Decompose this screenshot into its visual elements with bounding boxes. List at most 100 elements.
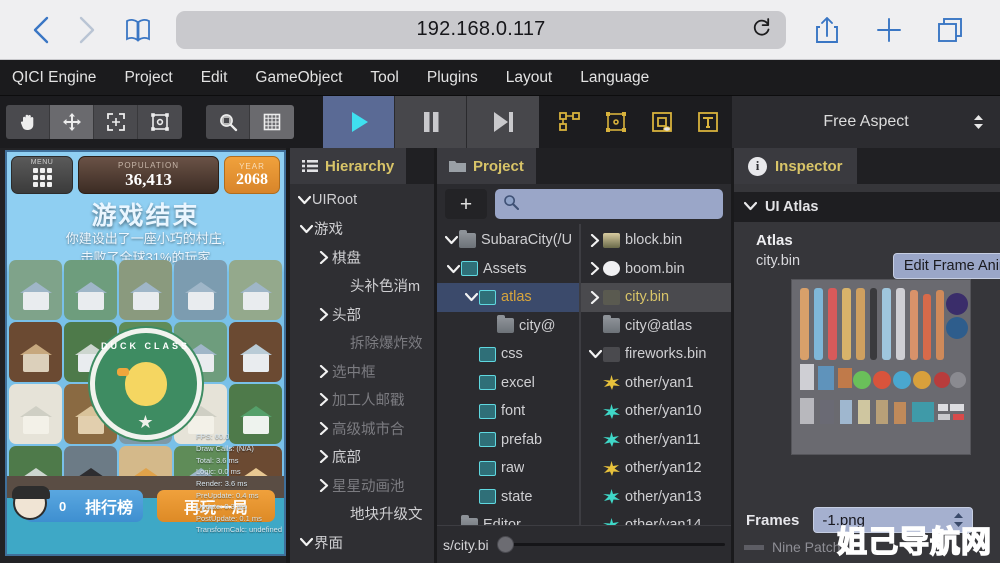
project-folder-row[interactable]: city@ bbox=[437, 312, 579, 341]
project-file-row[interactable]: fireworks.bin bbox=[581, 340, 731, 369]
hierarchy-row[interactable]: 游戏 bbox=[290, 215, 434, 244]
menu-item-layout[interactable]: Layout bbox=[492, 60, 567, 96]
step-button[interactable] bbox=[467, 96, 539, 148]
twisty-right-icon[interactable] bbox=[587, 262, 603, 276]
scale-tool[interactable] bbox=[94, 105, 138, 139]
twisty-right-icon[interactable] bbox=[587, 290, 603, 304]
twisty-down-icon[interactable] bbox=[443, 235, 459, 245]
share-icon[interactable] bbox=[796, 7, 858, 53]
twisty-down-icon[interactable] bbox=[298, 224, 314, 234]
project-folder-row[interactable]: excel bbox=[437, 369, 579, 398]
project-file-row[interactable]: other/yan11 bbox=[581, 426, 731, 455]
project-file-row[interactable]: other/yan12 bbox=[581, 454, 731, 483]
project-folder-row[interactable]: font bbox=[437, 397, 579, 426]
forward-chevron-icon[interactable] bbox=[64, 7, 110, 53]
hud-menu-button[interactable]: MENU bbox=[11, 156, 73, 194]
twisty-right-icon[interactable] bbox=[316, 450, 332, 464]
move-tool[interactable] bbox=[50, 105, 94, 139]
hierarchy-row[interactable]: 地块升级文 bbox=[290, 500, 434, 529]
project-search[interactable] bbox=[495, 189, 723, 219]
game-canvas[interactable]: MENU POPULATION 36,413 YEAR 2068 游戏结束 你建… bbox=[5, 150, 286, 556]
tab-inspector[interactable]: i Inspector bbox=[734, 148, 857, 184]
hierarchy-row[interactable]: 底部 bbox=[290, 443, 434, 472]
tile[interactable] bbox=[174, 260, 227, 320]
tabs-icon[interactable] bbox=[920, 7, 982, 53]
grid-tool[interactable] bbox=[250, 105, 294, 139]
project-file-row[interactable]: other/yan13 bbox=[581, 483, 731, 512]
menu-item-project[interactable]: Project bbox=[110, 60, 186, 96]
project-folder-row[interactable]: prefab bbox=[437, 426, 579, 455]
hierarchy-row[interactable]: 高级城市合 bbox=[290, 414, 434, 443]
tile[interactable] bbox=[119, 260, 172, 320]
tab-hierarchy[interactable]: Hierarchy bbox=[290, 148, 407, 184]
twisty-right-icon[interactable] bbox=[316, 478, 332, 492]
hierarchy-row[interactable]: 加工人邮戳 bbox=[290, 386, 434, 415]
project-file-list[interactable]: block.bin boom.bin city.bin city@atlas firew… bbox=[581, 224, 731, 559]
project-file-row[interactable]: other/yan10 bbox=[581, 397, 731, 426]
play-button[interactable] bbox=[323, 96, 395, 148]
plus-icon[interactable] bbox=[858, 7, 920, 53]
menu-item-qici-engine[interactable]: QICI Engine bbox=[0, 60, 110, 96]
bounds-gizmo-icon[interactable] bbox=[601, 107, 631, 137]
twisty-right-icon[interactable] bbox=[316, 250, 332, 264]
hierarchy-row[interactable]: 头补色消m bbox=[290, 272, 434, 301]
twisty-right-icon[interactable] bbox=[316, 393, 332, 407]
hierarchy-row[interactable]: UIRoot bbox=[290, 186, 434, 215]
hierarchy-tree[interactable]: UIRoot 游戏 棋盘 头补色消m 头部 拆除爆炸效 选中框 加工人邮戳 高级城市合 底部 星星动… bbox=[290, 184, 434, 563]
hierarchy-row[interactable]: 棋盘 bbox=[290, 243, 434, 272]
twisty-down-icon[interactable] bbox=[296, 195, 312, 205]
hierarchy-row[interactable]: 界面 bbox=[290, 528, 434, 557]
search-input[interactable] bbox=[525, 196, 715, 212]
project-folder-tree[interactable]: SubaraCity(/U Assets atlas city@ css excel fon… bbox=[437, 224, 581, 559]
twisty-down-icon[interactable] bbox=[445, 264, 461, 274]
project-folder-row[interactable]: Assets bbox=[437, 255, 579, 284]
pause-button[interactable] bbox=[395, 96, 467, 148]
hierarchy-row[interactable]: 星星动画池 bbox=[290, 471, 434, 500]
back-chevron-icon[interactable] bbox=[18, 7, 64, 53]
twisty-right-icon[interactable] bbox=[316, 307, 332, 321]
thumbnail-size-slider[interactable] bbox=[496, 536, 725, 553]
project-folder-row[interactable]: raw bbox=[437, 454, 579, 483]
hierarchy-row[interactable]: 拆除爆炸效 bbox=[290, 329, 434, 358]
add-asset-button[interactable]: + bbox=[445, 189, 487, 219]
project-file-row[interactable]: city.bin bbox=[581, 283, 731, 312]
hierarchy-row[interactable]: 结算界面 bbox=[290, 557, 434, 563]
tab-project[interactable]: Project bbox=[437, 148, 536, 184]
menu-item-gameobject[interactable]: GameObject bbox=[241, 60, 356, 96]
twisty-right-icon[interactable] bbox=[316, 421, 332, 435]
rect-tool[interactable] bbox=[138, 105, 182, 139]
project-file-row[interactable]: city@atlas bbox=[581, 312, 731, 341]
project-file-row[interactable]: boom.bin bbox=[581, 255, 731, 284]
hand-tool[interactable] bbox=[6, 105, 50, 139]
menu-item-tool[interactable]: Tool bbox=[356, 60, 412, 96]
tile[interactable] bbox=[229, 322, 282, 382]
node-gizmo-icon[interactable] bbox=[555, 107, 585, 137]
menu-item-language[interactable]: Language bbox=[566, 60, 663, 96]
tile[interactable] bbox=[9, 384, 62, 444]
twisty-down-icon[interactable] bbox=[463, 292, 479, 302]
book-icon[interactable] bbox=[110, 7, 166, 53]
url-bar[interactable]: 192.168.0.117 bbox=[176, 10, 786, 49]
project-file-row[interactable]: other/yan1 bbox=[581, 369, 731, 398]
twisty-right-icon[interactable] bbox=[587, 233, 603, 247]
tile[interactable] bbox=[229, 260, 282, 320]
tile[interactable] bbox=[64, 260, 117, 320]
twisty-right-icon[interactable] bbox=[316, 364, 332, 378]
hierarchy-row[interactable]: 选中框 bbox=[290, 357, 434, 386]
atlas-preview-image[interactable] bbox=[791, 279, 971, 455]
reload-icon[interactable] bbox=[752, 16, 772, 43]
menu-item-plugins[interactable]: Plugins bbox=[413, 60, 492, 96]
project-folder-row[interactable]: state bbox=[437, 483, 579, 512]
hierarchy-row[interactable]: 头部 bbox=[290, 300, 434, 329]
slider-knob[interactable] bbox=[496, 536, 514, 553]
menu-item-edit[interactable]: Edit bbox=[187, 60, 242, 96]
project-folder-row[interactable]: css bbox=[437, 340, 579, 369]
project-folder-row[interactable]: atlas bbox=[437, 283, 579, 312]
project-folder-row[interactable]: SubaraCity(/U bbox=[437, 226, 579, 255]
ui-atlas-section-header[interactable]: UI Atlas bbox=[734, 192, 1000, 222]
tile[interactable] bbox=[9, 260, 62, 320]
twisty-down-icon[interactable] bbox=[587, 349, 603, 359]
zoom-tool[interactable] bbox=[206, 105, 250, 139]
anchor-gizmo-icon[interactable] bbox=[647, 107, 677, 137]
tile[interactable] bbox=[9, 322, 62, 382]
